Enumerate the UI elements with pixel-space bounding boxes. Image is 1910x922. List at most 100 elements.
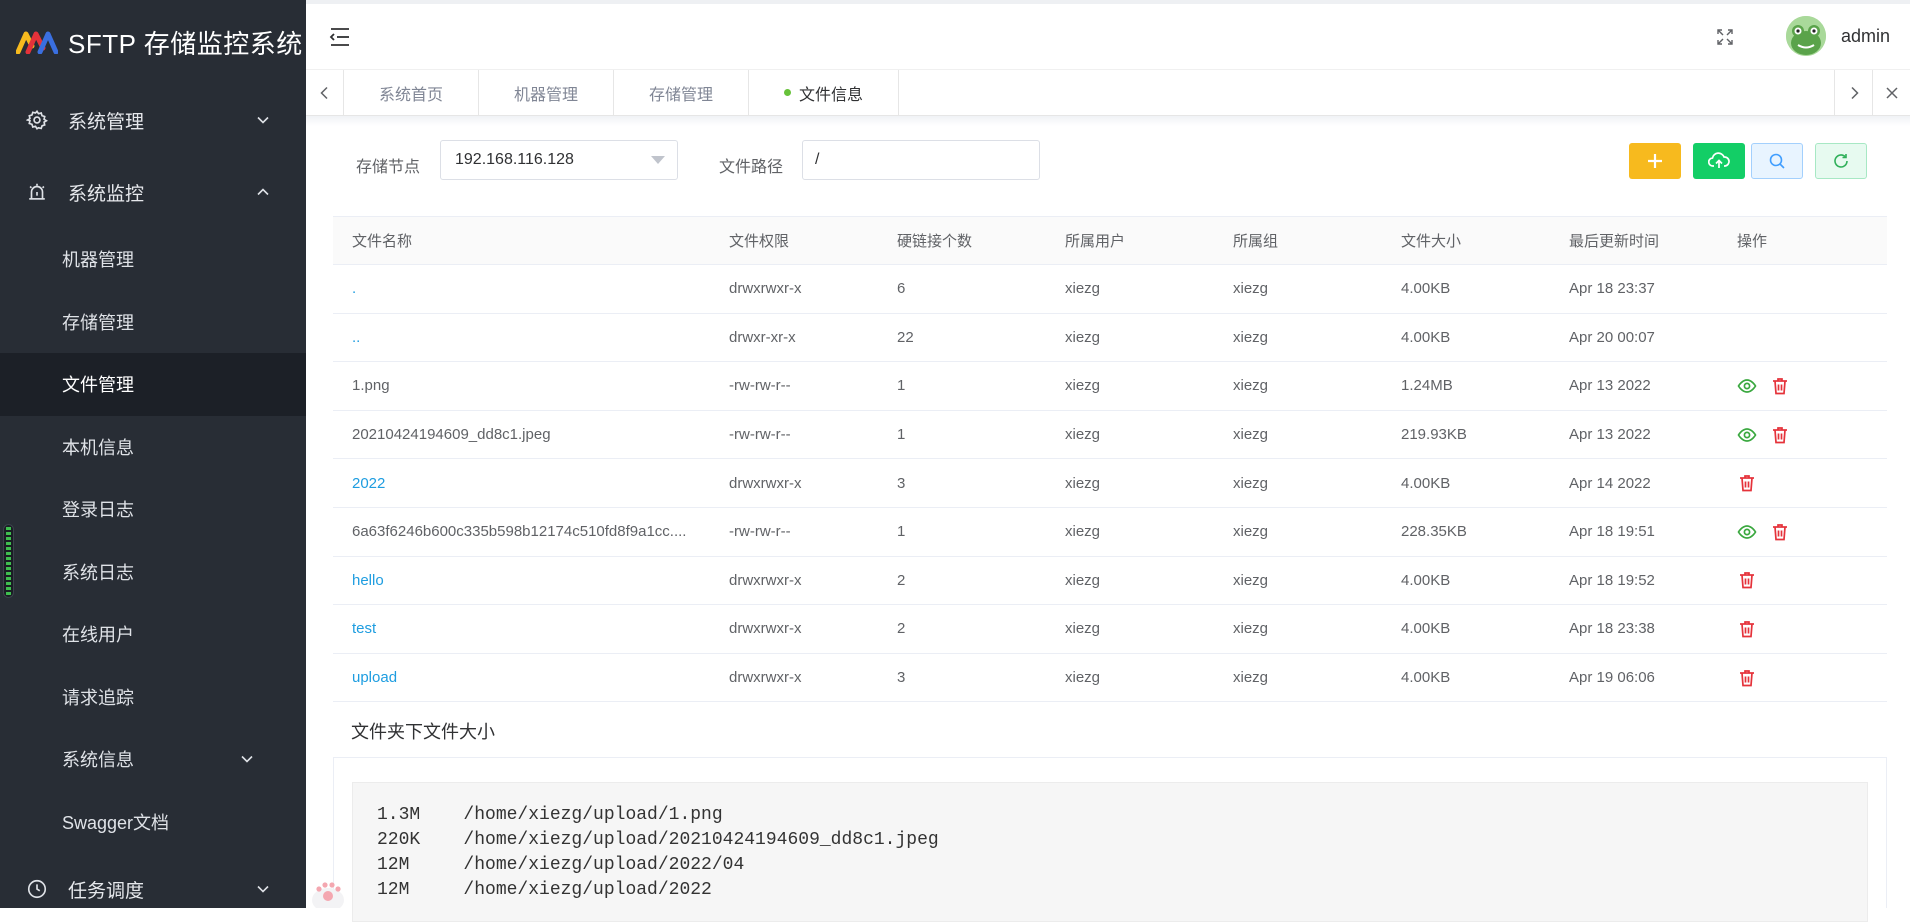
sidebar-item-label: 在线用户: [62, 625, 134, 646]
delete-icon[interactable]: [1737, 473, 1757, 493]
delete-icon[interactable]: [1770, 522, 1790, 542]
sidebar-item-machine-management[interactable]: 机器管理: [0, 228, 306, 291]
table-row[interactable]: 20210424194609_dd8c1.jpeg -rw-rw-r-- 1 xiez…: [333, 411, 1887, 460]
cell-size: 1.24MB: [1401, 377, 1453, 395]
fullscreen-icon[interactable]: [1716, 28, 1734, 46]
cell-actions: [1718, 425, 1887, 445]
caret-down-icon: [651, 156, 665, 164]
sidebar-item-system-info[interactable]: 系统信息: [0, 728, 306, 791]
folder-link[interactable]: hello: [333, 572, 710, 589]
alarm-icon: [29, 183, 45, 200]
file-path-value: /: [815, 151, 820, 168]
cell-user: xiezg: [1065, 280, 1101, 298]
view-icon[interactable]: [1737, 376, 1757, 396]
sidebar-item-login-log[interactable]: 登录日志: [0, 478, 306, 541]
tab-machine-management[interactable]: 机器管理: [479, 70, 615, 115]
cell-size: 4.00KB: [1401, 669, 1451, 687]
tab-storage-management[interactable]: 存储管理: [614, 70, 750, 115]
cell-permission: -rw-rw-r--: [729, 523, 791, 541]
add-button[interactable]: [1629, 143, 1681, 179]
sidebar-item-swagger-docs[interactable]: Swagger文档: [0, 791, 306, 854]
search-button[interactable]: [1751, 143, 1803, 179]
menu-group-label: 系统管理: [68, 111, 145, 133]
storage-node-select[interactable]: 192.168.116.128: [440, 140, 678, 180]
menu-collapse-icon[interactable]: [328, 26, 352, 48]
tab-home[interactable]: 系统首页: [344, 70, 480, 115]
menu-group-task-scheduling[interactable]: 任务调度: [0, 853, 306, 908]
tab-scroll-left[interactable]: [306, 70, 344, 115]
sidebar-item-request-trace[interactable]: 请求追踪: [0, 666, 306, 729]
clock-icon: [27, 879, 47, 899]
cell-modified: Apr 18 19:51: [1569, 523, 1655, 541]
delete-icon[interactable]: [1737, 668, 1757, 688]
folder-link[interactable]: ..: [333, 329, 710, 346]
app-title: SFTP 存储监控系统: [68, 28, 303, 59]
folder-link[interactable]: .: [333, 280, 710, 297]
cell-permission: -rw-rw-r--: [729, 426, 791, 444]
menu-group-system-management[interactable]: 系统管理: [0, 84, 306, 156]
table-row[interactable]: . drwxrwxr-x 6 xiezg xiezg 4.00KB Apr 18 23:37: [333, 265, 1887, 314]
chevron-right-icon: [1850, 86, 1859, 99]
storage-node-value: 192.168.116.128: [455, 151, 574, 168]
cell-user: xiezg: [1065, 426, 1101, 444]
top-header: admin: [306, 0, 1910, 70]
sidebar-item-system-log[interactable]: 系统日志: [0, 541, 306, 604]
table-row[interactable]: 2022 drwxrwxr-x 3 xiezg xiezg 4.00KB Apr 14 20…: [333, 459, 1887, 508]
view-icon[interactable]: [1737, 425, 1757, 445]
cell-size: 219.93KB: [1401, 426, 1467, 444]
cell-user: xiezg: [1065, 377, 1101, 395]
tab-close-all[interactable]: [1872, 70, 1910, 115]
menu-group-system-monitor[interactable]: 系统监控: [0, 156, 306, 228]
cell-group: xiezg: [1233, 571, 1269, 589]
sidebar-item-label: 存储管理: [62, 312, 134, 333]
sidebar-item-host-info[interactable]: 本机信息: [0, 416, 306, 479]
table-row[interactable]: upload drwxrwxr-x 3 xiezg xiezg 4.00KB Apr 19 …: [333, 654, 1887, 703]
sidebar-scrollbar[interactable]: [3, 524, 14, 598]
folder-link[interactable]: 2022: [333, 475, 710, 492]
file-path-input[interactable]: /: [802, 140, 1040, 180]
folder-link[interactable]: upload: [333, 669, 710, 686]
sidebar-item-file-management[interactable]: 文件管理: [0, 353, 306, 416]
cell-size: 4.00KB: [1401, 620, 1451, 638]
delete-icon[interactable]: [1737, 619, 1757, 639]
cell-group: xiezg: [1233, 620, 1269, 638]
delete-icon[interactable]: [1770, 425, 1790, 445]
table-row[interactable]: .. drwxr-xr-x 22 xiezg xiezg 4.00KB Apr 20 00:…: [333, 314, 1887, 363]
sidebar-item-storage-management[interactable]: 存储管理: [0, 291, 306, 354]
file-table: 文件名称 文件权限 硬链接个数 所属用户 所属组 文件大小 最后更新时间 操作 …: [333, 216, 1887, 703]
cell-user: xiezg: [1065, 523, 1101, 541]
username[interactable]: admin: [1841, 26, 1890, 47]
cell-actions: [1718, 619, 1887, 639]
col-header-size: 文件大小: [1401, 233, 1462, 250]
cell-group: xiezg: [1233, 280, 1269, 298]
cat-paw-icon[interactable]: [310, 870, 346, 908]
cell-group: xiezg: [1233, 426, 1269, 444]
refresh-button[interactable]: [1815, 143, 1867, 179]
col-header-group: 所属组: [1233, 233, 1279, 250]
frog-avatar-icon: [1786, 16, 1826, 56]
table-header-row: 文件名称 文件权限 硬链接个数 所属用户 所属组 文件大小 最后更新时间 操作: [333, 217, 1887, 265]
tab-scroll-right[interactable]: [1834, 70, 1872, 115]
cell-user: xiezg: [1065, 328, 1101, 346]
tab-file-info[interactable]: 文件信息: [749, 70, 900, 115]
table-row[interactable]: test drwxrwxr-x 2 xiezg xiezg 4.00KB Apr 18 23…: [333, 605, 1887, 654]
delete-icon[interactable]: [1770, 376, 1790, 396]
cell-hardlinks: 3: [897, 669, 906, 687]
cell-group: xiezg: [1233, 328, 1269, 346]
sidebar-item-online-users[interactable]: 在线用户: [0, 603, 306, 666]
upload-button[interactable]: [1693, 143, 1745, 179]
folder-link[interactable]: test: [333, 620, 710, 637]
table-row[interactable]: hello drwxrwxr-x 2 xiezg xiezg 4.00KB Apr 18 1…: [333, 557, 1887, 606]
table-row[interactable]: 1.png -rw-rw-r-- 1 xiezg xiezg 1.24MB Apr 13 2…: [333, 362, 1887, 411]
logo[interactable]: SFTP 存储监控系统: [0, 0, 306, 84]
sidebar-item-label: 系统日志: [62, 562, 134, 583]
menu-group-label: 系统监控: [68, 183, 145, 205]
avatar[interactable]: [1786, 16, 1826, 56]
delete-icon[interactable]: [1737, 570, 1757, 590]
table-row[interactable]: 6a63f6246b600c335b598b12174c510fd8f9a1cc…: [333, 508, 1887, 557]
cell-modified: Apr 18 19:52: [1569, 571, 1655, 589]
col-header-permission: 文件权限: [729, 233, 790, 250]
col-header-actions: 操作: [1737, 233, 1768, 250]
view-icon[interactable]: [1737, 522, 1757, 542]
gear-icon: [26, 109, 48, 130]
